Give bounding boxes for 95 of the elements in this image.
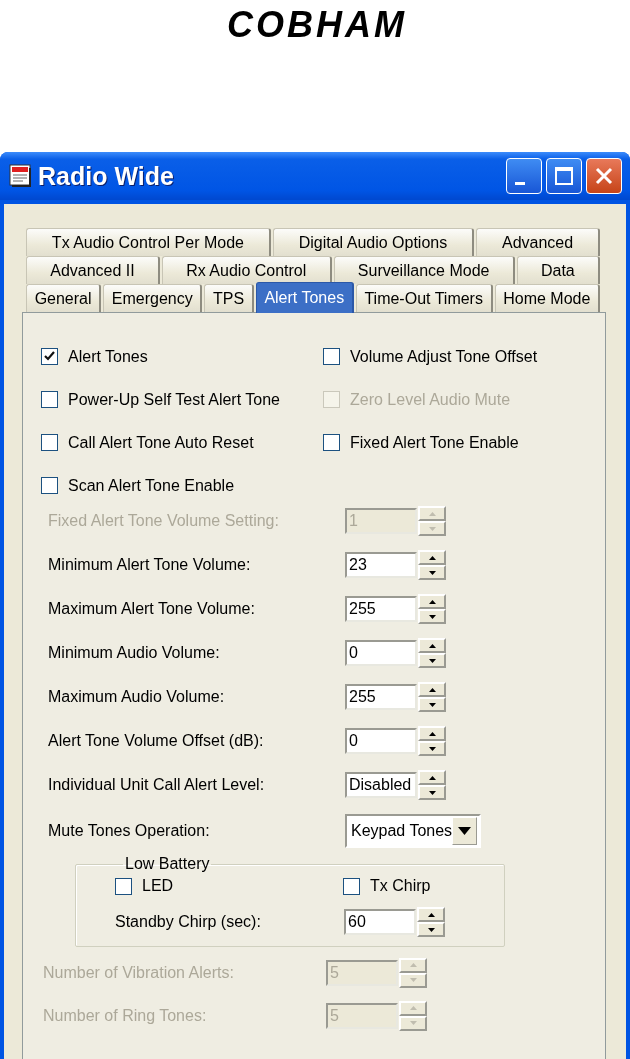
tab[interactable]: Tx Audio Control Per Mode — [26, 228, 271, 256]
setting-label: Fixed Alert Tone Volume Setting: — [48, 512, 280, 530]
minimize-icon — [515, 181, 525, 185]
down-triangle-icon — [427, 927, 435, 932]
number-field[interactable]: Disabled — [345, 772, 417, 798]
setting-label: Minimum Alert Tone Volume: — [48, 556, 252, 574]
up-triangle-icon — [428, 731, 436, 736]
down-triangle-icon — [428, 746, 436, 751]
spin-down-button[interactable] — [418, 653, 446, 668]
spin-up-button[interactable] — [418, 638, 446, 653]
down-triangle-icon — [428, 614, 436, 619]
tab[interactable]: Data — [516, 256, 600, 284]
setting-label: Standby Chirp (sec): — [115, 913, 262, 931]
up-triangle-icon — [409, 1006, 417, 1010]
spin-up-button[interactable] — [418, 682, 446, 697]
tab[interactable]: Advanced II — [26, 256, 160, 284]
close-button[interactable] — [586, 158, 622, 194]
spin-down-button[interactable] — [417, 922, 445, 937]
checkbox[interactable] — [41, 348, 58, 365]
spin-up-button[interactable] — [418, 726, 446, 741]
setting-label: Maximum Audio Volume: — [48, 688, 226, 706]
tab[interactable]: Home Mode — [494, 284, 600, 312]
setting-label: Minimum Audio Volume: — [48, 644, 221, 662]
spin-down-button[interactable] — [418, 609, 446, 624]
down-triangle-icon — [458, 827, 472, 835]
minimize-button[interactable] — [506, 158, 542, 194]
down-triangle-icon — [428, 790, 436, 795]
checkbox-label: Zero Level Audio Mute — [350, 390, 511, 409]
spin-down-button[interactable] — [418, 565, 446, 580]
tab[interactable]: Time-Out Timers — [355, 284, 493, 312]
maximize-icon — [555, 167, 573, 185]
down-triangle-icon — [428, 658, 436, 663]
down-triangle-icon — [409, 978, 417, 982]
checkbox[interactable] — [343, 877, 360, 895]
down-triangle-icon — [428, 702, 436, 707]
tab[interactable]: Advanced — [476, 228, 600, 256]
checkbox-label: Fixed Alert Tone Enable — [350, 433, 519, 452]
checkbox-label: Scan Alert Tone Enable — [68, 476, 235, 495]
spin-up-button[interactable] — [418, 594, 446, 609]
checkbox-label: Call Alert Tone Auto Reset — [68, 433, 254, 452]
tab[interactable]: Emergency — [103, 284, 203, 312]
number-field[interactable]: 255 — [345, 684, 417, 710]
tab[interactable]: Alert Tones — [255, 282, 354, 313]
window-title: Radio Wide — [38, 161, 175, 191]
number-field[interactable]: 23 — [345, 552, 417, 578]
checkbox[interactable] — [41, 434, 58, 451]
checkbox[interactable] — [41, 477, 58, 494]
setting-label: Number of Vibration Alerts: — [43, 963, 235, 982]
tab[interactable]: Digital Audio Options — [272, 228, 475, 256]
checkbox-label: LED — [142, 877, 174, 895]
up-triangle-icon — [428, 511, 436, 516]
group-title: Low Battery — [124, 855, 211, 873]
spin-up-button[interactable] — [418, 770, 446, 785]
close-icon — [595, 167, 613, 185]
checkbox-label: Tx Chirp — [370, 877, 431, 895]
checkbox[interactable] — [323, 434, 340, 451]
spin-down-button[interactable] — [418, 741, 446, 756]
tab[interactable]: General — [26, 284, 102, 312]
checkbox[interactable] — [323, 348, 340, 365]
number-field[interactable]: 255 — [345, 596, 417, 622]
setting-label: Mute Tones Operation: — [48, 822, 211, 840]
number-field[interactable]: 0 — [345, 640, 417, 666]
tab[interactable]: Surveillance Mode — [333, 256, 515, 284]
setting-label: Maximum Alert Tone Volume: — [48, 600, 256, 618]
dropdown-button[interactable] — [452, 817, 477, 845]
maximize-button[interactable] — [546, 158, 582, 194]
checkbox-label: Volume Adjust Tone Offset — [350, 347, 538, 366]
checkbox[interactable] — [41, 391, 58, 408]
down-triangle-icon — [428, 526, 436, 531]
tab[interactable]: Rx Audio Control — [162, 256, 332, 284]
spin-down-button[interactable] — [418, 697, 446, 712]
setting-label: Alert Tone Volume Offset (dB): — [48, 732, 265, 750]
checkbox[interactable] — [115, 877, 132, 895]
up-triangle-icon — [427, 912, 435, 917]
spin-up-button[interactable] — [418, 550, 446, 565]
spin-up-button[interactable] — [417, 907, 445, 922]
up-triangle-icon — [428, 775, 436, 780]
up-triangle-icon — [428, 643, 436, 648]
document-icon — [8, 164, 32, 188]
setting-label: Individual Unit Call Alert Level: — [48, 776, 266, 794]
up-triangle-icon — [428, 599, 436, 604]
logo: COBHAM — [227, 4, 407, 46]
up-triangle-icon — [428, 555, 436, 560]
dropdown[interactable]: Keypad Tones — [345, 814, 481, 848]
spin-down-button[interactable] — [418, 785, 446, 800]
number-field[interactable]: 60 — [344, 909, 416, 935]
down-triangle-icon — [428, 570, 436, 575]
down-triangle-icon — [409, 1021, 417, 1025]
checkbox-label: Alert Tones — [68, 347, 148, 366]
up-triangle-icon — [409, 963, 417, 967]
tab[interactable]: TPS — [204, 284, 254, 312]
checkbox-label: Power-Up Self Test Alert Tone — [68, 390, 280, 409]
up-triangle-icon — [428, 687, 436, 692]
number-field[interactable]: 0 — [345, 728, 417, 754]
setting-label: Number of Ring Tones: — [43, 1006, 208, 1025]
